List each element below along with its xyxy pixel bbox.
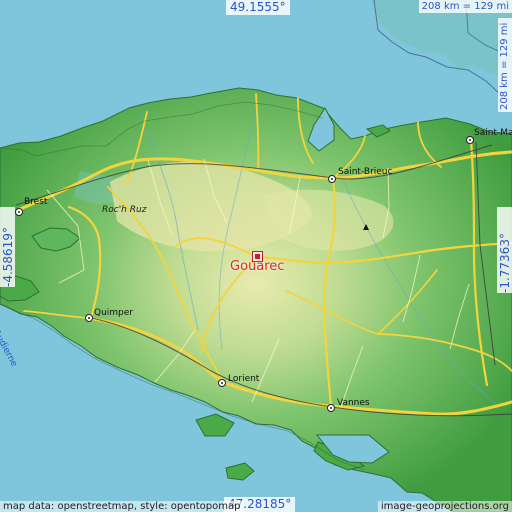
saint-malo-marker[interactable] [466, 136, 474, 144]
vannes-label[interactable]: Vannes [337, 398, 370, 408]
map-view[interactable]: 49.1555° 47.28185° -4.58619° -1.77363° 2… [0, 0, 512, 512]
right-longitude-label: -1.77363° [497, 207, 512, 293]
lorient-marker[interactable] [218, 379, 226, 387]
top-latitude-label: 49.1555° [226, 0, 290, 15]
saint-brieuc-label[interactable]: Saint-Brieuc [338, 167, 392, 177]
left-longitude-label: -4.58619° [0, 207, 15, 287]
top-scale-label: 208 km = 129 mi [418, 0, 512, 13]
brest-label[interactable]: Brest [24, 197, 47, 207]
right-longitude-text: -1.77363° [498, 233, 512, 293]
lorient-label[interactable]: Lorient [228, 374, 259, 384]
left-longitude-text: -4.58619° [1, 227, 15, 287]
top-latitude-text: 49.1555° [230, 0, 286, 14]
image-attribution: image-geoprojections.org [377, 501, 512, 512]
brest-marker[interactable] [15, 208, 23, 216]
quimper-marker[interactable] [85, 314, 93, 322]
saint-brieuc-marker[interactable] [328, 175, 336, 183]
vannes-marker[interactable] [327, 404, 335, 412]
right-scale-label: 208 km = 129 mi [498, 18, 512, 112]
peak-icon [363, 224, 369, 230]
map-attribution: map data: openstreetmap, style: opentopo… [0, 501, 244, 512]
quimper-label[interactable]: Quimper [94, 308, 133, 318]
saint-malo-label[interactable]: Saint-Ma [474, 128, 512, 138]
roc-h-ruz-label: Roc'h Ruz [102, 205, 147, 215]
gouarec-label[interactable]: Gouarec [230, 259, 284, 274]
right-scale-text: 208 km = 129 mi [499, 22, 510, 110]
